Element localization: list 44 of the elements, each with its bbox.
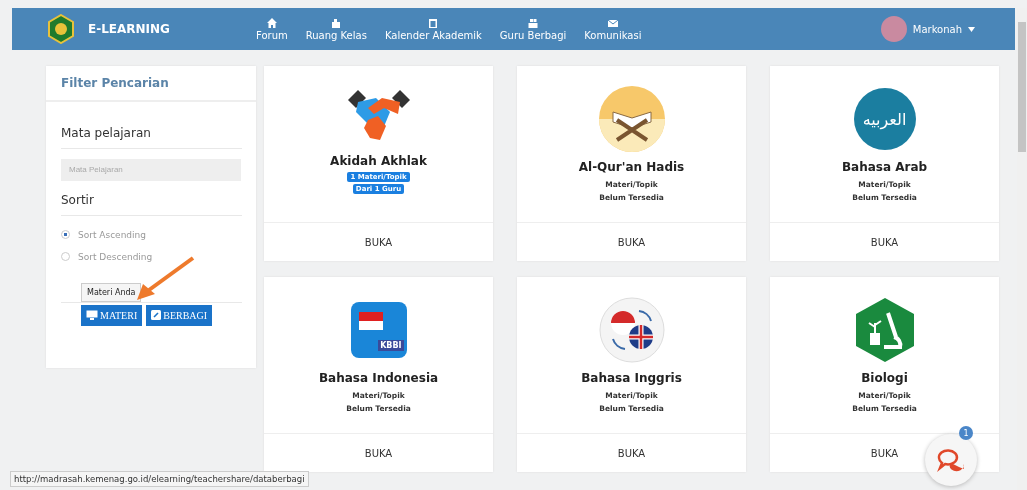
nav-link[interactable]: Kalender Akademik [384, 17, 482, 41]
calendar-icon [428, 17, 439, 28]
chat-bubbles-icon [937, 448, 965, 472]
tooltip: Materi Anda [81, 282, 142, 302]
arabic-logo: العربيه [853, 88, 916, 150]
book-on-stand-icon [598, 86, 665, 152]
open-button[interactable]: BUKA [517, 434, 746, 472]
brand-name[interactable]: E-LEARNING [88, 22, 170, 36]
subject-title: Akidah Akhlak [330, 154, 427, 168]
subject-title: Biologi [861, 371, 908, 385]
materi-button[interactable]: MATERI [81, 304, 143, 326]
nav-link[interactable]: Komunikasi [584, 17, 642, 41]
monitor-icon [86, 310, 98, 320]
nav-link[interactable]: Ruang Kelas [305, 17, 367, 41]
subject-title: Al-Qur'an Hadis [578, 160, 685, 174]
microscope-plant-icon [853, 297, 916, 363]
open-button[interactable]: BUKA [517, 223, 746, 261]
status-url: http://madrasah.kemenag.go.id/elearning/teachershare/databerbagi [10, 471, 309, 487]
open-button[interactable]: BUKA [264, 223, 493, 261]
open-button[interactable]: BUKA [264, 434, 493, 472]
caret-icon [968, 26, 975, 32]
user-menu[interactable]: Markonah [880, 16, 975, 42]
radio-button[interactable] [61, 230, 70, 239]
subject-title: Bahasa Arab [841, 160, 928, 174]
dictionary-app-logo: KBBI [350, 302, 407, 358]
nav-link[interactable]: Guru Berbagi [499, 17, 567, 41]
subject-title: Bahasa Indonesia [318, 371, 439, 385]
radio-option[interactable]: Sort Ascending [61, 223, 242, 246]
input-field[interactable]: Mata Pelajaran [61, 158, 241, 181]
avatar [880, 16, 907, 42]
flags-translate-icon [598, 297, 665, 363]
radio-option[interactable]: Sort Descending [61, 245, 242, 268]
open-button[interactable]: BUKA [770, 223, 999, 261]
panel-title: Filter Pencarian [46, 66, 256, 102]
berbagi-button[interactable]: BERBAGI [146, 304, 213, 326]
home-icon [266, 17, 277, 28]
field-label: Mata pelajaran [61, 114, 242, 149]
emblem-logo-icon[interactable] [46, 14, 76, 44]
envelope-icon [607, 17, 618, 28]
edit-icon [151, 310, 162, 320]
nav-link[interactable]: Forum [256, 17, 288, 41]
building-icon [331, 17, 342, 28]
subject-title: Bahasa Inggris [581, 371, 682, 385]
field-label: Sortir [61, 180, 242, 216]
